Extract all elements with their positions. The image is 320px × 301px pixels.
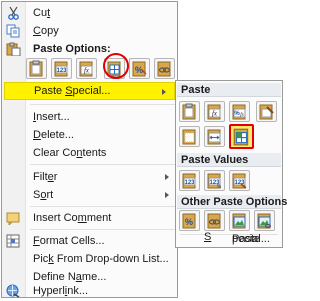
link-icon — [157, 61, 171, 77]
svg-text:%: % — [135, 65, 143, 75]
formulas-icon: fx — [79, 61, 93, 77]
submenu-paste-special-link[interactable]: Paste Special... — [176, 229, 282, 245]
transpose-highlight-circle — [103, 53, 129, 79]
transpose-icon — [233, 128, 249, 146]
values-icon: 123 — [54, 61, 68, 77]
submenu-paste-button[interactable] — [179, 101, 200, 122]
menu-item-delete[interactable]: Delete... — [2, 126, 177, 144]
svg-text:fx: fx — [84, 67, 90, 75]
copy-icon — [6, 24, 21, 38]
column-widths-icon — [207, 129, 221, 145]
submenu-paste-link-button[interactable] — [204, 210, 225, 231]
format-cells-icon — [6, 234, 21, 248]
values-number-formatting-icon: 123 % — [207, 173, 222, 189]
paste-option-formulas[interactable]: fx — [76, 58, 97, 79]
link-icon — [207, 213, 221, 229]
context-menu: Cut Copy Paste Options: 123 fx % Paste S… — [1, 1, 178, 298]
submenu-transpose-button[interactable] — [229, 124, 254, 149]
paste-options-row: Paste Options: — [2, 40, 177, 58]
svg-text:%: % — [217, 184, 222, 189]
svg-text:123: 123 — [184, 180, 195, 186]
formulas-icon: fx — [207, 104, 221, 120]
linked-picture-icon — [257, 213, 271, 229]
submenu-linked-picture-button[interactable] — [254, 210, 275, 231]
menu-item-cut[interactable]: Cut — [2, 4, 177, 22]
submenu-values-source-formatting-button[interactable]: 123 — [229, 170, 250, 191]
clipboard-icon — [182, 103, 196, 120]
submenu-formatting-button[interactable]: % — [179, 210, 200, 231]
scissors-icon — [6, 6, 21, 20]
menu-item-filter[interactable]: Filter — [2, 168, 177, 186]
clipboard-icon — [6, 42, 21, 57]
submenu-keep-source-formatting-button[interactable] — [256, 101, 277, 122]
submenu-keep-column-widths-button[interactable] — [204, 126, 225, 147]
submenu-formulas-button[interactable]: fx — [204, 101, 225, 122]
submenu-header-paste: Paste — [177, 83, 281, 97]
submenu-no-borders-button[interactable] — [179, 126, 200, 147]
menu-item-hyperlink[interactable]: Hyperlink... — [2, 282, 177, 300]
comment-icon — [6, 211, 21, 227]
submenu-arrow-icon — [162, 89, 166, 95]
submenu-formulas-number-formatting-button[interactable]: % fx — [229, 101, 250, 122]
clipboard-icon — [29, 60, 43, 77]
globe-link-icon — [6, 284, 21, 298]
values-icon: 123 — [182, 173, 196, 189]
submenu-picture-button[interactable] — [229, 210, 250, 231]
menu-item-format-cells[interactable]: Format Cells... — [2, 232, 177, 250]
keep-source-formatting-icon — [259, 104, 274, 120]
values-source-formatting-icon: 123 — [232, 173, 247, 189]
menu-item-insert-comment[interactable]: Insert Comment — [2, 209, 177, 227]
picture-icon — [232, 213, 246, 229]
paste-option-link[interactable] — [154, 58, 175, 79]
submenu-values-number-formatting-button[interactable]: 123 % — [204, 170, 225, 191]
submenu-arrow-icon — [165, 192, 169, 198]
submenu-header-other-paste-options: Other Paste Options — [177, 195, 287, 209]
paste-option-values[interactable]: 123 — [51, 58, 72, 79]
no-borders-icon — [182, 129, 196, 145]
menu-item-paste-special[interactable]: Paste Special... — [4, 82, 175, 100]
svg-text:fx: fx — [212, 110, 218, 118]
paste-special-submenu: Paste fx % fx Paste Values 123 123 % 123… — [175, 80, 287, 248]
menu-item-copy[interactable]: Copy — [2, 22, 177, 40]
submenu-arrow-icon — [165, 174, 169, 180]
separator — [30, 164, 175, 165]
separator — [30, 206, 175, 207]
formulas-number-formatting-icon: % fx — [232, 104, 246, 120]
paste-options-header: Paste Options: — [33, 43, 111, 55]
submenu-values-button[interactable]: 123 — [179, 170, 200, 191]
separator — [30, 104, 175, 105]
menu-item-clear-contents[interactable]: Clear Contents — [2, 144, 177, 162]
menu-item-pick-from-dropdown[interactable]: Pick From Drop-down List... — [2, 250, 177, 268]
menu-item-sort[interactable]: Sort — [2, 186, 177, 204]
formatting-icon: % — [182, 213, 196, 229]
svg-text:%: % — [185, 217, 193, 227]
svg-text:123: 123 — [56, 68, 67, 74]
paste-option-paste[interactable] — [26, 58, 47, 79]
menu-item-insert[interactable]: Insert... — [2, 108, 177, 126]
submenu-header-paste-values: Paste Values — [177, 153, 281, 167]
separator — [30, 229, 175, 230]
formatting-icon: % — [132, 61, 147, 77]
paste-option-formatting[interactable]: % — [129, 58, 150, 79]
